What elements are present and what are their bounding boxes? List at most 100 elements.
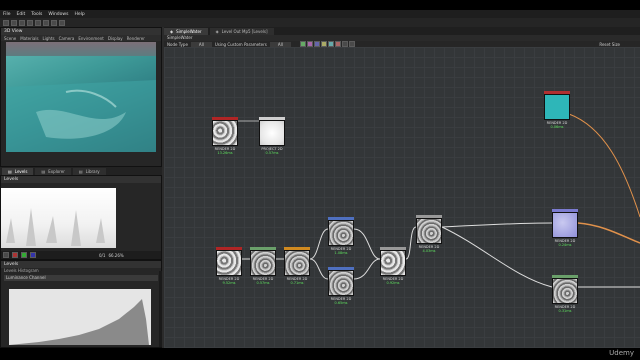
view3d-menu: Scene Materials Lights Camera Environmen… [1,35,161,41]
main-toolbar [0,18,640,27]
histogram-scrollbar[interactable] [159,271,162,347]
node-thumbnail [380,250,406,276]
node-time: 13.26ms [217,151,233,155]
graph-node-n6[interactable]: RENDER 2D 0.92ms [380,247,406,285]
node-time: 0.71ms [290,281,304,285]
node-thumbnail [544,94,570,120]
graph-icon: ◈ [215,29,219,34]
library-icon: ▤ [78,169,83,174]
redo-icon[interactable] [43,19,49,26]
channel-b-icon[interactable] [30,252,36,258]
channel-select[interactable]: Luminance Channel [4,275,158,281]
view3d-menu-materials[interactable]: Materials [20,36,38,41]
undo-icon[interactable] [35,19,41,26]
node-time: 9.52ms [222,281,236,285]
node-thumbnail [212,120,238,146]
node-time: 4.03ms [422,249,436,253]
channel-g-icon[interactable] [21,252,27,258]
tab-simplewater[interactable]: ◈ SimpleWater [164,28,208,35]
menu-edit[interactable]: Edit [17,12,26,17]
graph-node-noise-a[interactable]: RENDER 2D 13.26ms [212,117,238,155]
node-graph-canvas[interactable]: RENDER 2D 13.26ms PROJECT 2D 0.57ms RENDER 2… [164,47,640,348]
open-file-icon[interactable] [11,19,17,26]
view3d-menu-lights[interactable]: Lights [43,36,55,41]
node-thumbnail [552,278,578,304]
tab-explorer[interactable]: ▤ Explorer [35,168,71,175]
menu-bar: File Edit Tools Windows Help [0,10,640,18]
view3d-menu-display[interactable]: Display [108,36,123,41]
custom-param-label: Using Custom Parameters [214,41,267,47]
node-thumbnail [259,120,285,146]
node-time: 1.08ms [334,251,348,255]
tab-explorer-label: Explorer [48,169,65,174]
zoom-value[interactable]: 66.26% [108,253,123,258]
save-all-icon[interactable] [27,19,33,26]
tab-level-out[interactable]: ◈ Level Out Mp5 [Levels] [209,28,274,35]
node-time: 0.24ms [558,243,572,247]
node-thumbnail [328,270,354,296]
node-time: 0.31ms [558,309,572,313]
menu-tools[interactable]: Tools [31,12,42,17]
menu-windows[interactable]: Windows [48,12,68,17]
menu-help[interactable]: Help [74,12,84,17]
tab-library[interactable]: ▤ Library [72,168,106,175]
tab-simplewater-label: SimpleWater [176,29,202,34]
node-type-select[interactable]: All [190,41,212,47]
graph-node-n2[interactable]: RENDER 2D 0.57ms [250,247,276,285]
tab-level-out-label: Level Out Mp5 [Levels] [221,29,268,34]
export-icon[interactable] [59,19,65,26]
save-icon[interactable] [19,19,25,26]
custom-param-select[interactable]: All [269,41,291,47]
histogram-graph [9,299,149,345]
graph-node-n5[interactable]: RENDER 2D 0.65ms [328,267,354,305]
graph-node-n4[interactable]: RENDER 2D 1.08ms [328,217,354,255]
import-icon[interactable] [51,19,57,26]
levels-preview-title: Levels [1,176,161,183]
node-time: 0.57ms [265,151,279,155]
watermark: Udemy [609,349,634,357]
fit-icon[interactable] [3,252,9,258]
menu-file[interactable]: File [3,12,11,17]
page-value: 0/1 [99,252,106,258]
document-tab-bar: ◈ SimpleWater ◈ Level Out Mp5 [Levels] [164,27,640,35]
node-thumbnail [284,250,310,276]
graph-node-n7[interactable]: RENDER 2D 4.03ms [416,215,442,253]
tab-library-label: Library [85,169,100,174]
view3d-menu-environment[interactable]: Environment [78,36,104,41]
view3d-menu-scene[interactable]: Scene [4,36,16,41]
levels-icon: ▤ [8,169,12,174]
graph-node-n3[interactable]: RENDER 2D 0.71ms [284,247,310,285]
histogram-title: Levels [1,261,161,268]
graph-node-teal[interactable]: RENDER 2D 0.06ms [544,91,570,129]
explorer-icon: ▤ [41,169,46,174]
levels-preview-toolbar: 0/1 66.26% [1,251,161,259]
node-thumbnail [328,220,354,246]
view3d-viewport[interactable] [6,42,156,152]
view3d-title: 3D View [1,28,161,35]
graph-node-lav[interactable]: RENDER 2D 0.24ms [552,209,578,247]
histogram-panel: Levels Levels Histogram Luminance Channe… [0,260,162,348]
graph-icon: ◈ [170,29,174,34]
node-thumbnail [250,250,276,276]
app-window: File Edit Tools Windows Help 3D View Sce… [0,10,640,348]
graph-node-white[interactable]: PROJECT 2D 0.57ms [259,117,285,155]
levels-preview-image [1,188,116,248]
view3d-panel: 3D View Scene Materials Lights Camera En… [0,27,162,167]
node-thumbnail [552,212,578,238]
water-surface [6,80,156,152]
graph-node-n1[interactable]: RENDER 2D 9.52ms [216,247,242,285]
view3d-menu-renderer[interactable]: Renderer [127,36,145,41]
node-thumbnail [416,218,442,244]
node-time: 0.06ms [550,125,564,129]
reset-size-button[interactable]: Reset Size [599,42,620,47]
channel-r-icon[interactable] [12,252,18,258]
levels-preview-panel: Levels 0/1 66.26% [0,175,162,260]
tab-levels[interactable]: ▤ Levels [2,168,34,175]
tab-levels-label: Levels [14,169,28,174]
new-file-icon[interactable] [3,19,9,26]
graph-node-n8[interactable]: RENDER 2D 0.31ms [552,275,578,313]
view3d-menu-camera[interactable]: Camera [59,36,75,41]
node-type-label: Node Type [167,41,188,47]
node-time: 0.57ms [256,281,270,285]
histogram-plot [9,289,151,345]
